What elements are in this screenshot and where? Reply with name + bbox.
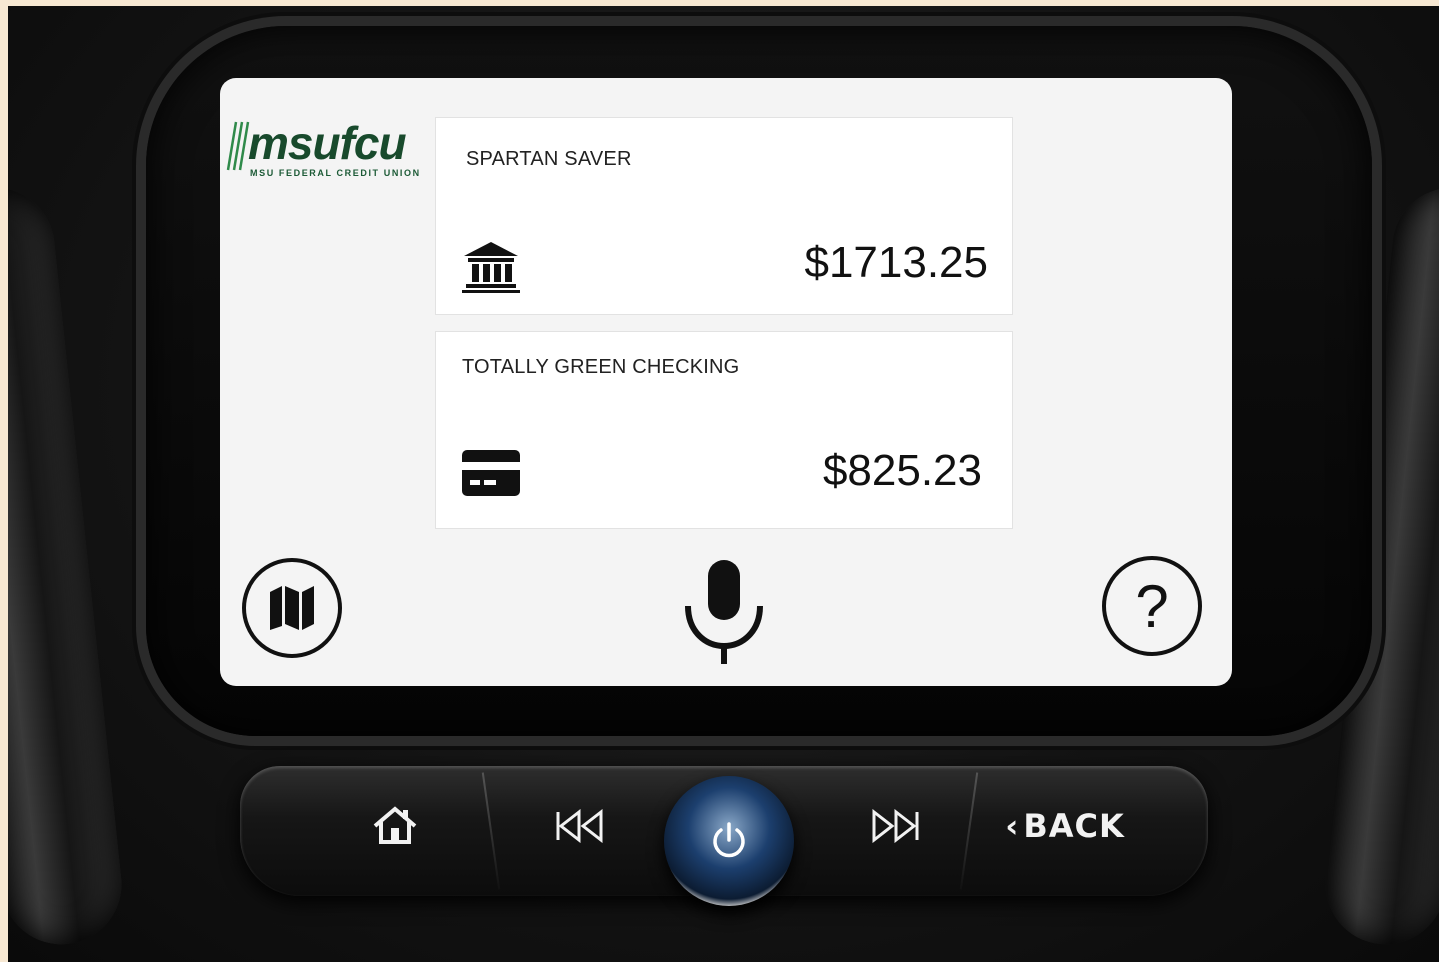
account-name: TOTALLY GREEN CHECKING (462, 356, 740, 378)
car-dashboard: msufcu MSU FEDERAL CREDIT UNION SPARTAN … (8, 6, 1439, 962)
previous-track-button[interactable] (490, 776, 670, 876)
home-icon (373, 806, 417, 844)
back-button[interactable]: ‹ BACK (980, 776, 1150, 876)
logo-wordmark: msufcu (248, 117, 407, 169)
logo-subtitle: MSU FEDERAL CREDIT UNION (250, 168, 421, 178)
previous-track-icon (556, 809, 603, 843)
next-track-icon (872, 809, 919, 843)
msufcu-logo: msufcu MSU FEDERAL CREDIT UNION (226, 117, 426, 180)
help-label: ? (1135, 572, 1169, 640)
voice-button[interactable] (682, 556, 766, 666)
map-button[interactable] (242, 558, 342, 658)
microphone-icon (685, 560, 763, 664)
next-track-button[interactable] (800, 776, 990, 876)
home-button[interactable] (310, 776, 480, 876)
back-label: BACK (1023, 807, 1125, 845)
account-balance: $825.23 (822, 446, 982, 495)
power-knob[interactable] (664, 776, 794, 906)
map-icon (270, 586, 314, 630)
logo-stripes-icon (226, 121, 250, 171)
account-balance: $1713.25 (804, 238, 988, 287)
power-icon (713, 822, 745, 858)
bank-icon (462, 242, 520, 293)
help-button[interactable]: ? (1102, 556, 1202, 656)
hardware-control-strip: ‹ BACK (240, 766, 1208, 906)
back-chevron-icon: ‹ (1005, 807, 1020, 845)
account-name: SPARTAN SAVER (466, 148, 632, 170)
infotainment-screen: msufcu MSU FEDERAL CREDIT UNION SPARTAN … (220, 78, 1232, 686)
account-card-spartan-saver[interactable]: SPARTAN SAVER $1713.25 (436, 118, 1012, 314)
credit-card-icon (462, 450, 520, 496)
left-air-vent (8, 181, 128, 951)
account-card-totally-green-checking[interactable]: TOTALLY GREEN CHECKING $825.23 (436, 332, 1012, 528)
